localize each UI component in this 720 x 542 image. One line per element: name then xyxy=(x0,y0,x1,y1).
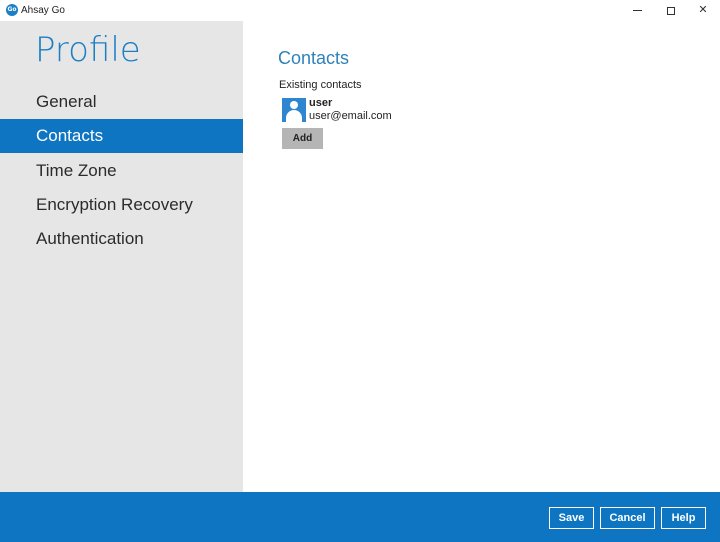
close-icon: ✕ xyxy=(698,4,708,16)
sidebar: Profile General Contacts Time Zone Encry… xyxy=(0,21,243,492)
minimize-button[interactable] xyxy=(620,0,654,21)
help-button[interactable]: Help xyxy=(661,507,706,529)
maximize-icon xyxy=(667,6,675,15)
sidebar-item-authentication[interactable]: Authentication xyxy=(0,222,243,256)
contact-item[interactable]: user user@email.com xyxy=(282,97,482,124)
cancel-button[interactable]: Cancel xyxy=(600,507,655,529)
existing-contacts-label: Existing contacts xyxy=(279,79,362,91)
main-panel: Contacts Existing contacts user user@ema… xyxy=(243,21,720,492)
sidebar-title: Profile xyxy=(35,30,141,70)
contact-name: user xyxy=(309,97,333,109)
page-title: Contacts xyxy=(278,48,350,68)
close-button[interactable]: ✕ xyxy=(686,0,720,21)
person-icon xyxy=(282,98,306,122)
sidebar-item-general[interactable]: General xyxy=(0,85,243,119)
app-logo-icon: Go xyxy=(6,4,18,16)
minimize-icon xyxy=(632,10,642,11)
add-contact-button[interactable]: Add xyxy=(282,128,323,149)
sidebar-item-time-zone[interactable]: Time Zone xyxy=(0,154,243,188)
sidebar-item-contacts[interactable]: Contacts xyxy=(0,119,243,153)
save-button[interactable]: Save xyxy=(549,507,594,529)
sidebar-item-encryption-recovery[interactable]: Encryption Recovery xyxy=(0,188,243,222)
contact-email: user@email.com xyxy=(309,110,392,122)
maximize-button[interactable] xyxy=(654,0,688,21)
window-title: Ahsay Go xyxy=(21,5,65,16)
footer-bar: Save Cancel Help xyxy=(0,492,720,542)
title-bar: Go Ahsay Go ✕ xyxy=(0,0,720,21)
